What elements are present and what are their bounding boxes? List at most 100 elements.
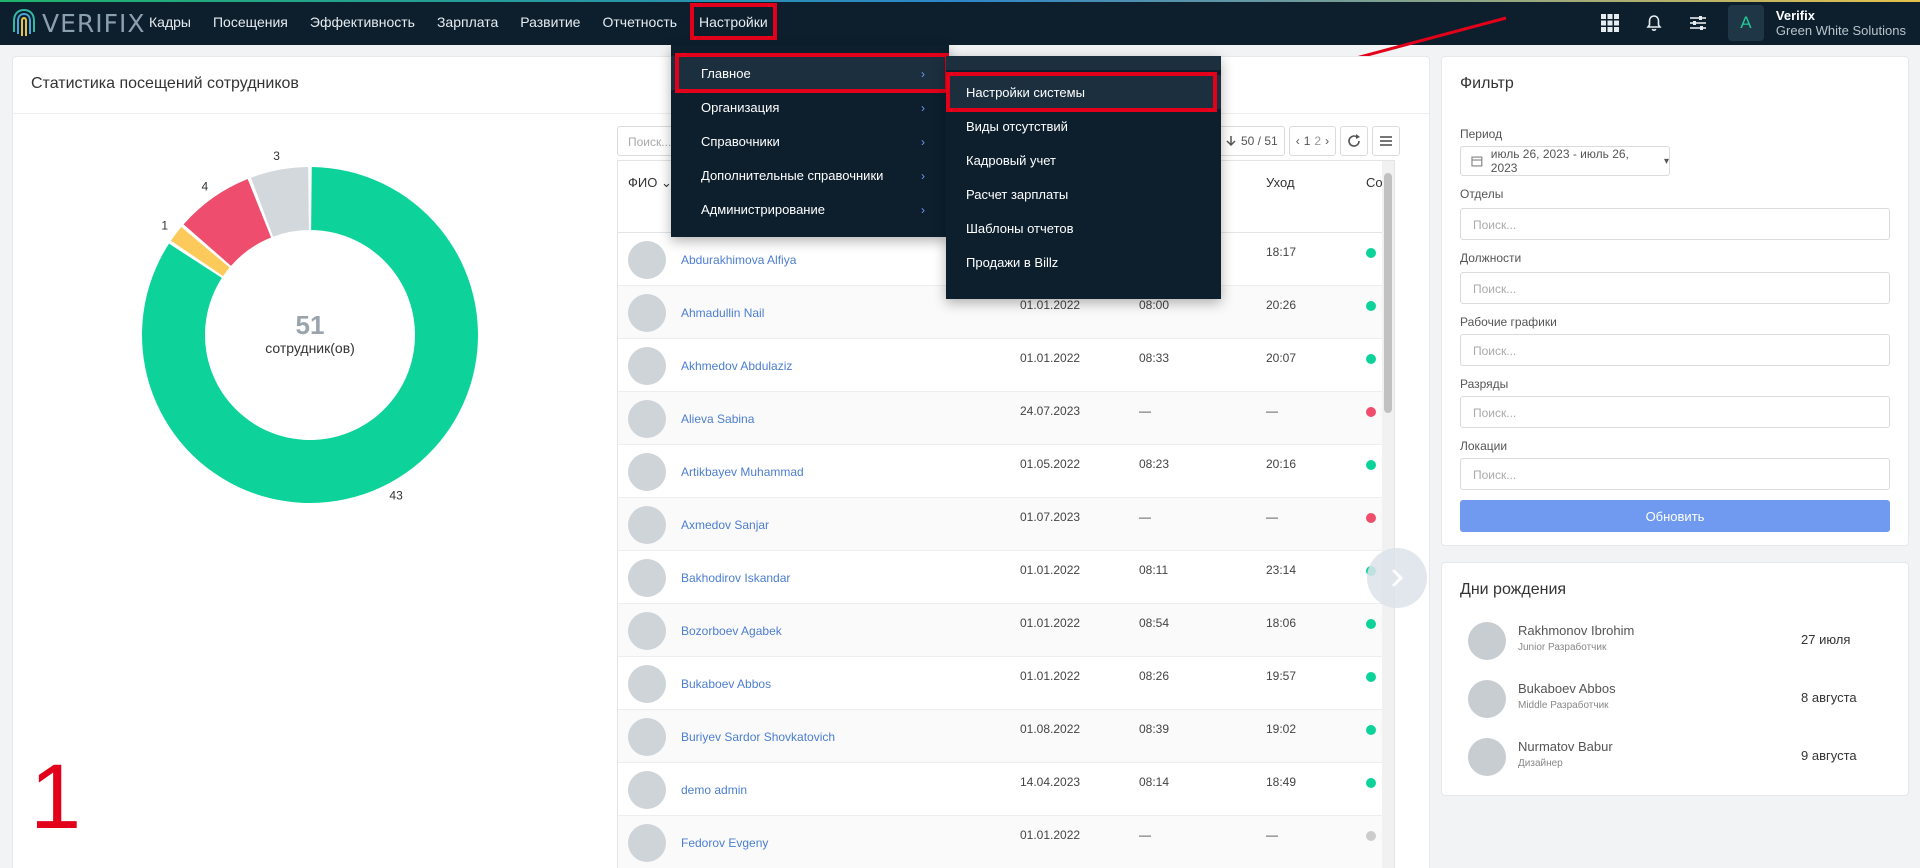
- hire-date: 01.05.2022: [1020, 457, 1081, 471]
- employee-name[interactable]: Bukaboev Abbos: [681, 677, 771, 691]
- filter-label-locations: Локации: [1460, 439, 1508, 453]
- refresh-filter-button[interactable]: Обновить: [1460, 500, 1890, 532]
- bell-icon[interactable]: [1644, 13, 1664, 33]
- table-row[interactable]: Buriyev Sardor Shovkatovich 01.08.2022 08:…: [618, 710, 1394, 763]
- scrollbar-thumb[interactable]: [1384, 173, 1392, 413]
- birthday-name: Rakhmonov Ibrohim: [1518, 623, 1635, 638]
- employee-name[interactable]: demo admin: [681, 783, 747, 797]
- birthday-name: Nurmatov Babur: [1518, 739, 1613, 754]
- leave-time: 18:49: [1266, 775, 1297, 789]
- ranks-input[interactable]: Поиск...: [1460, 396, 1890, 428]
- th-name[interactable]: ФИО ⌄: [628, 175, 672, 191]
- birthday-date: 8 августа: [1801, 690, 1857, 705]
- avatar: [628, 506, 666, 544]
- th-out[interactable]: Уход: [1266, 175, 1295, 190]
- nav-effektivnost[interactable]: Эффективность: [299, 0, 426, 45]
- avatar: [628, 824, 666, 862]
- leave-time: 19:57: [1266, 669, 1297, 683]
- submenu-item-hr-records[interactable]: Кадровый учет: [946, 143, 1221, 177]
- avatar: [628, 241, 666, 279]
- employee-name[interactable]: Axmedov Sanjar: [681, 518, 769, 532]
- columns-menu-button[interactable]: [1372, 126, 1401, 156]
- employee-name[interactable]: Fedorov Evgeny: [681, 836, 768, 850]
- arrival-time: 08:26: [1139, 669, 1170, 683]
- chevron-left-icon[interactable]: ‹: [1296, 134, 1300, 148]
- employee-name[interactable]: Ahmadullin Nail: [681, 306, 764, 320]
- table-row[interactable]: Bakhodirov Iskandar 01.01.2022 08:11 23:14: [618, 551, 1394, 604]
- employee-name[interactable]: Akhmedov Abdulaziz: [681, 359, 792, 373]
- avatar: [1468, 622, 1506, 660]
- birthday-item[interactable]: Nurmatov Babur Дизайнер 9 августа: [1468, 732, 1888, 788]
- table-row[interactable]: Bozorboev Agabek01.01.202208:5418:06Пр: [618, 604, 1394, 657]
- apps-grid-icon[interactable]: [1600, 13, 1620, 33]
- arrival-time: 08:11: [1139, 563, 1169, 577]
- status-dot: [1366, 725, 1376, 735]
- table-row[interactable]: Artikbayev Muhammad01.05.202208:2320:16П…: [618, 445, 1394, 498]
- leave-time: 20:26: [1266, 298, 1297, 312]
- nav-right: A Verifix Green White Solutions: [1588, 0, 1920, 45]
- submenu-item-report-templates[interactable]: Шаблоны отчетов: [946, 211, 1221, 245]
- refresh-button[interactable]: [1340, 126, 1369, 156]
- submenu-item-absence-types[interactable]: Виды отсутствий: [946, 109, 1221, 143]
- menu-item-organization[interactable]: Организация ›: [671, 90, 949, 124]
- employee-name[interactable]: Bozorboev Agabek: [681, 624, 782, 638]
- submenu-header: [946, 56, 1221, 70]
- departments-input[interactable]: Поиск...: [1460, 208, 1890, 240]
- menu-item-references[interactable]: Справочники ›: [671, 124, 949, 158]
- schedules-input[interactable]: Поиск...: [1460, 334, 1890, 366]
- table-row[interactable]: Fedorov Evgeny01.01.2022——Гр: [618, 816, 1394, 868]
- locations-input[interactable]: Поиск...: [1460, 458, 1890, 490]
- employee-name[interactable]: Abdurakhimova Alfiya: [681, 253, 796, 267]
- employee-name[interactable]: Buriyev Sardor Shovkatovich: [681, 730, 835, 744]
- next-page[interactable]: 2: [1314, 134, 1321, 148]
- leave-time: —: [1266, 404, 1278, 418]
- birthday-role: Junior Разработчик: [1518, 642, 1607, 653]
- submenu-item-system-settings[interactable]: Настройки системы: [946, 72, 1221, 112]
- attendance-donut: 43 1 4 3 51 сотрудник(ов): [130, 140, 490, 510]
- birthday-role: Дизайнер: [1518, 758, 1563, 769]
- submenu-item-payroll[interactable]: Расчет зарплаты: [946, 177, 1221, 211]
- employee-name[interactable]: Alieva Sabina: [681, 412, 754, 426]
- table-row[interactable]: Alieva Sabina24.07.2023——Не: [618, 392, 1394, 445]
- nav-nastroyki[interactable]: Настройки: [688, 0, 779, 45]
- user-avatar[interactable]: A: [1727, 4, 1764, 41]
- sliders-icon[interactable]: [1688, 13, 1708, 33]
- hire-date: 01.01.2022: [1020, 616, 1081, 630]
- avatar: [628, 665, 666, 703]
- user-block[interactable]: Verifix Green White Solutions: [1776, 8, 1906, 38]
- table-row[interactable]: demo admin14.04.202308:1418:49Пр: [618, 763, 1394, 816]
- birthdays-card: Дни рождения Rakhmonov Ibrohim Junior Ра…: [1441, 562, 1909, 796]
- period-picker[interactable]: июль 26, 2023 - июль 26, 2023 ▾: [1460, 146, 1670, 176]
- menu-item-main[interactable]: Главное ›: [671, 53, 949, 93]
- page-switcher[interactable]: ‹ 1 2 ›: [1288, 126, 1337, 156]
- logo[interactable]: VERIFIX: [12, 8, 146, 38]
- table-row[interactable]: Axmedov Sanjar01.07.2023——Не: [618, 498, 1394, 551]
- table-row[interactable]: Bukaboev Abbos01.01.202208:2619:57Пр: [618, 657, 1394, 710]
- submenu-item-billz-sales[interactable]: Продажи в Billz: [946, 245, 1221, 279]
- nav-kadry[interactable]: Кадры: [138, 0, 202, 45]
- hire-date: 24.07.2023: [1020, 404, 1081, 418]
- stats-title: Статистика посещений сотрудников: [31, 75, 299, 92]
- leave-time: —: [1266, 828, 1278, 842]
- leave-time: 19:02: [1266, 722, 1297, 736]
- donut-total: 51: [295, 310, 325, 340]
- birthday-item[interactable]: Bukaboev Abbos Middle Разработчик 8 авгу…: [1468, 674, 1888, 730]
- nav-zarplata[interactable]: Зарплата: [426, 0, 509, 45]
- table-row[interactable]: Akhmedov Abdulaziz01.01.202208:3320:07Пр: [618, 339, 1394, 392]
- employee-name[interactable]: Artikbayev Muhammad: [681, 465, 804, 479]
- menu-item-additional-references[interactable]: Дополнительные справочники ›: [671, 158, 949, 192]
- positions-input[interactable]: Поиск...: [1460, 272, 1890, 304]
- nav-razvitie[interactable]: Развитие: [509, 0, 591, 45]
- nav-otchetnost[interactable]: Отчетность: [591, 0, 688, 45]
- next-slide-button[interactable]: [1367, 548, 1427, 608]
- table-scrollbar[interactable]: [1382, 161, 1394, 868]
- menu-item-administration[interactable]: Администрирование ›: [671, 192, 949, 226]
- hire-date: 01.07.2023: [1020, 510, 1081, 524]
- birthday-item[interactable]: Rakhmonov Ibrohim Junior Разработчик 27 …: [1468, 616, 1888, 672]
- nav-poseshcheniya[interactable]: Посещения: [202, 0, 299, 45]
- chevron-right-icon[interactable]: ›: [1325, 134, 1329, 148]
- main-submenu: Настройки системы Виды отсутствий Кадров…: [946, 56, 1221, 299]
- sort-count[interactable]: 50 / 51: [1218, 126, 1285, 156]
- employee-name[interactable]: Bakhodirov Iskandar: [681, 571, 790, 585]
- chevron-down-icon: ▾: [1663, 155, 1669, 167]
